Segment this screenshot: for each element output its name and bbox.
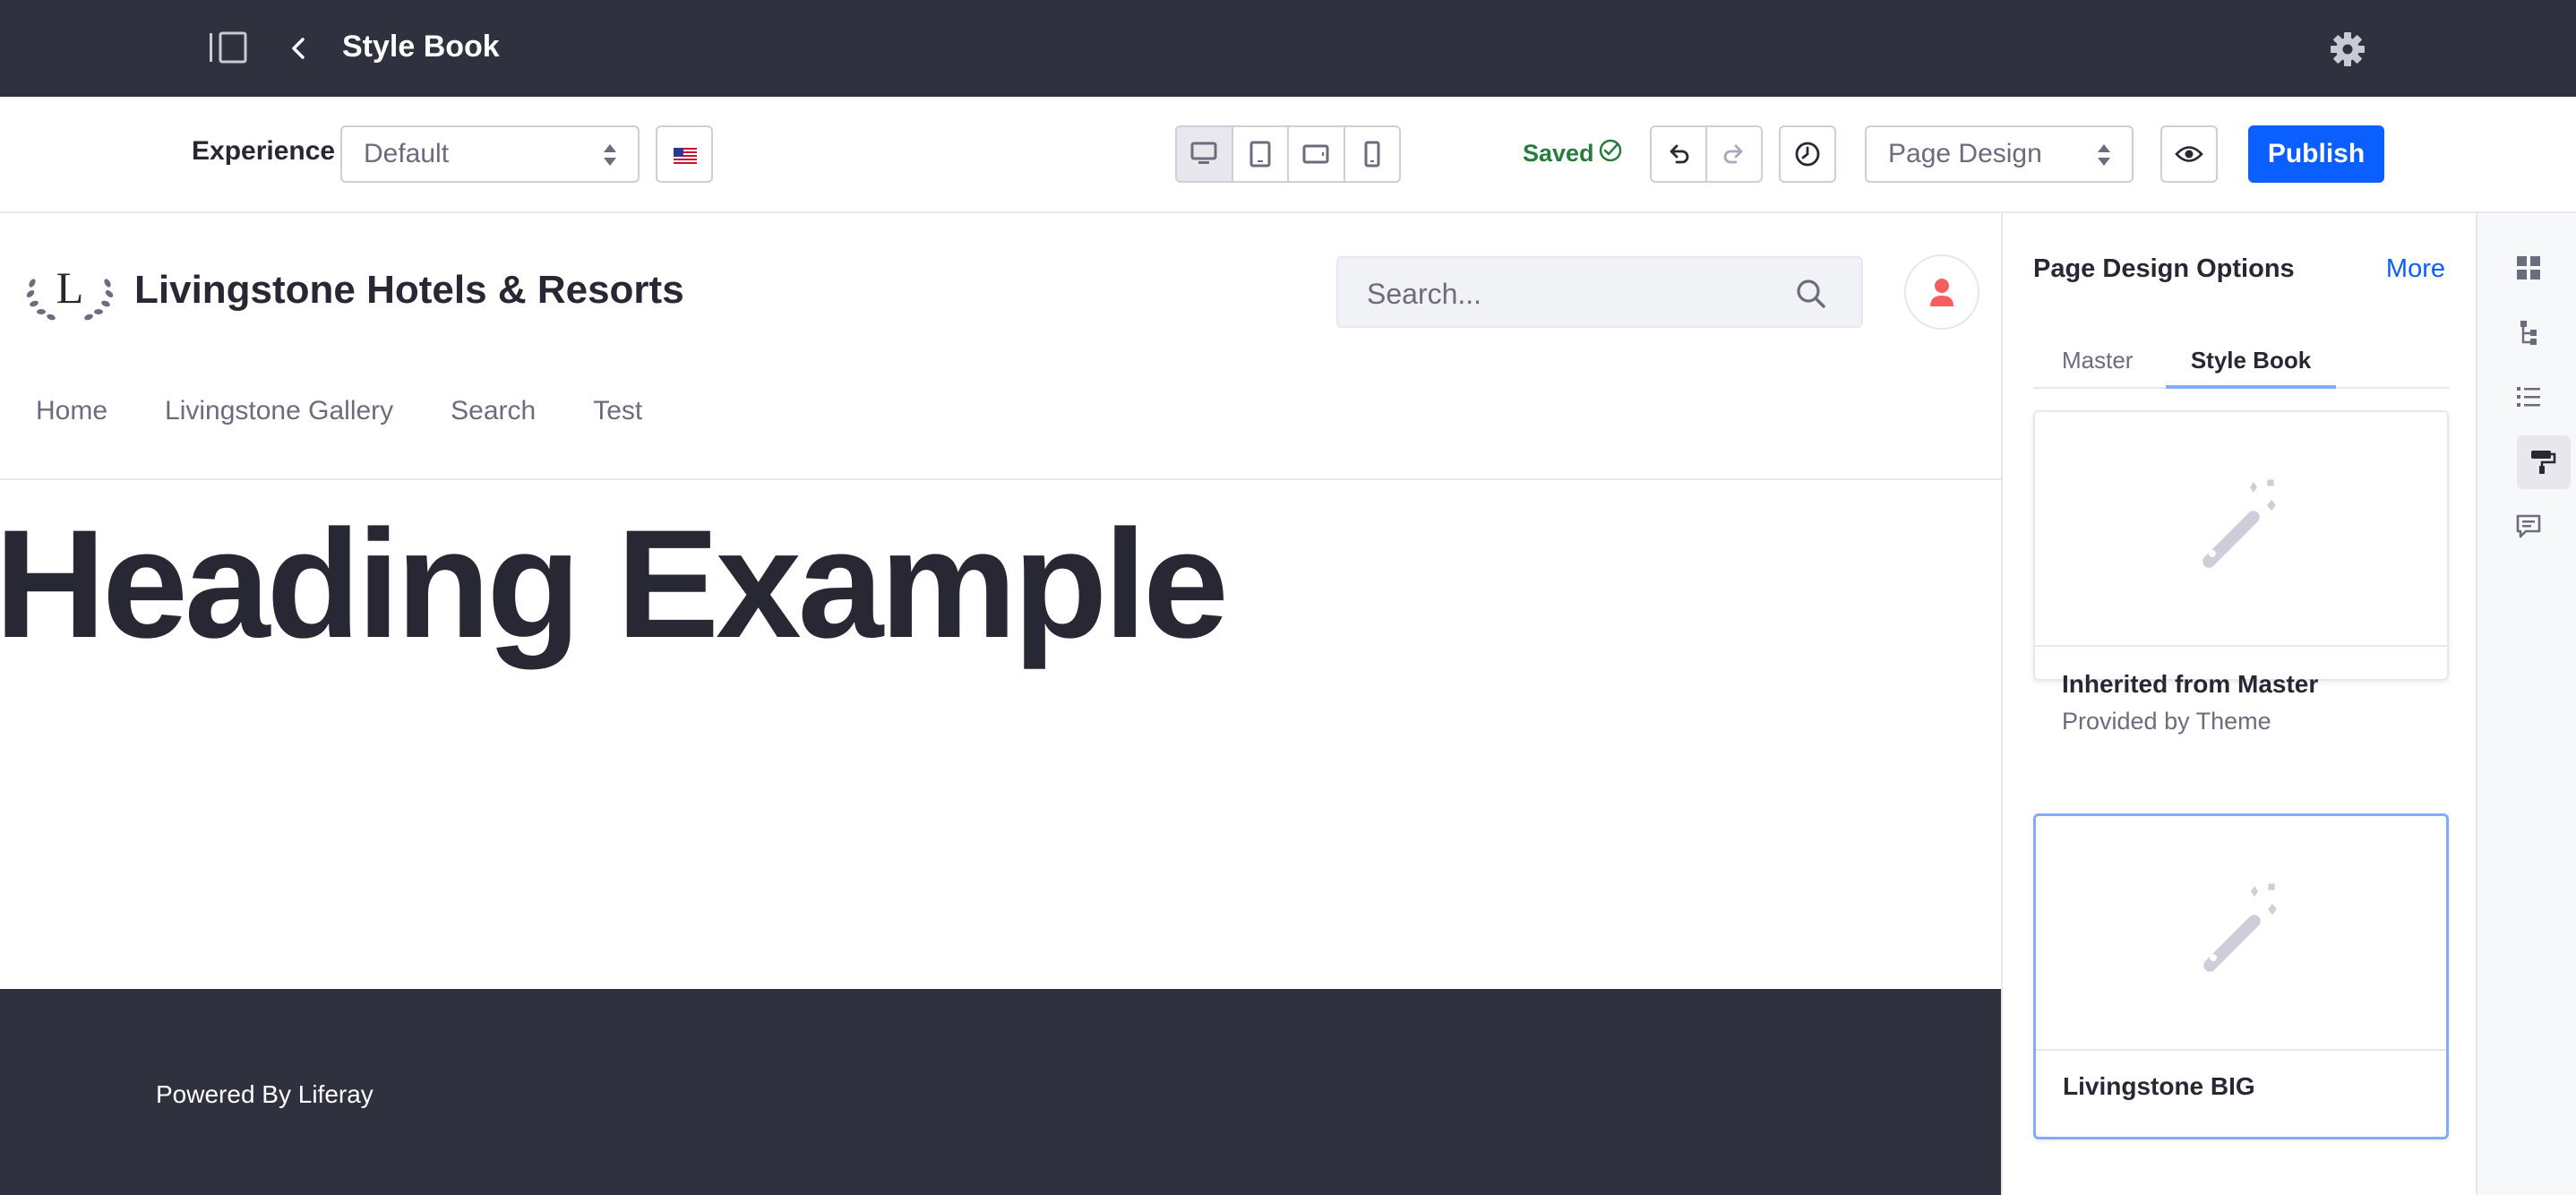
- landscape-phone-device-button[interactable]: [1289, 127, 1345, 181]
- page-canvas: L Livingstone Hotels & Resorts Search...…: [0, 213, 2001, 1195]
- tablet-icon: [1249, 141, 1271, 168]
- desktop-icon: [1190, 142, 1217, 164]
- footer-powered-by: Powered By Liferay: [156, 1080, 374, 1108]
- site-navigation: Home Livingstone Gallery Search Test: [36, 396, 642, 426]
- card-thumbnail: [2035, 412, 2447, 647]
- nav-item-home[interactable]: Home: [36, 396, 107, 426]
- publish-button[interactable]: Publish: [2248, 125, 2384, 183]
- card-subtitle: Provided by Theme: [2062, 708, 2271, 735]
- portrait-phone-device-button[interactable]: [1344, 127, 1399, 181]
- redo-button[interactable]: [1707, 127, 1761, 181]
- right-sidebar: [2476, 213, 2576, 1195]
- undo-icon: [1670, 144, 1689, 164]
- page-design-options-panel: Page Design Options More Master Style Bo…: [2001, 213, 2476, 1195]
- search-icon[interactable]: [1795, 278, 1827, 310]
- heading-example[interactable]: Heading Example: [0, 496, 1229, 672]
- style-book-card-livingstone-big[interactable]: Livingstone BIG: [2033, 813, 2449, 1139]
- user-icon: [1930, 279, 1953, 306]
- panel-tabs: Master Style Book: [2033, 342, 2449, 389]
- toolbar: Experience Default Saved Page Design Pub…: [0, 97, 2576, 213]
- saved-status: Saved: [1523, 140, 1594, 167]
- history-button[interactable]: [1779, 125, 1836, 183]
- experience-select[interactable]: Default: [340, 125, 640, 183]
- chevron-left-icon[interactable]: [285, 30, 312, 66]
- select-arrows-icon: [2098, 144, 2110, 166]
- undo-redo-group: [1650, 125, 1763, 183]
- nav-item-search[interactable]: Search: [451, 396, 536, 426]
- check-circle-icon: [1599, 139, 1622, 162]
- fragments-icon[interactable]: [2515, 254, 2542, 281]
- nav-item-test[interactable]: Test: [593, 396, 642, 426]
- more-link[interactable]: More: [2386, 254, 2445, 284]
- list-icon[interactable]: [2515, 383, 2542, 410]
- mode-select-value: Page Design: [1888, 139, 2042, 168]
- site-name[interactable]: Livingstone Hotels & Resorts: [134, 267, 684, 314]
- experience-select-value: Default: [364, 139, 450, 168]
- eye-icon: [2175, 146, 2203, 162]
- site-logo[interactable]: L: [23, 256, 116, 324]
- preview-button[interactable]: [2160, 125, 2218, 183]
- gear-icon[interactable]: [2329, 30, 2366, 68]
- site-footer: Powered By Liferay: [0, 989, 2001, 1195]
- us-flag-icon: [674, 148, 697, 164]
- card-thumbnail: [2036, 816, 2446, 1051]
- tab-style-book[interactable]: Style Book: [2166, 342, 2336, 389]
- tablet-device-button[interactable]: [1232, 127, 1289, 181]
- card-title: Livingstone BIG: [2063, 1072, 2255, 1100]
- landscape-phone-icon: [1302, 144, 1329, 164]
- tab-master[interactable]: Master: [2062, 342, 2133, 389]
- experience-label: Experience: [192, 136, 336, 166]
- comments-icon[interactable]: [2515, 512, 2542, 539]
- panel-toggle-icon[interactable]: [208, 30, 247, 64]
- portrait-phone-icon: [1364, 141, 1380, 168]
- magic-wand-icon: [2202, 478, 2276, 568]
- device-selector: [1175, 125, 1401, 183]
- top-bar: Style Book: [0, 0, 2576, 97]
- style-book-card-inherited[interactable]: Inherited from Master Provided by Theme: [2033, 410, 2449, 735]
- nav-item-livingstone-gallery[interactable]: Livingstone Gallery: [165, 396, 393, 426]
- redo-icon: [1723, 144, 1743, 164]
- logo-letter: L: [56, 262, 84, 313]
- page-structure-icon[interactable]: [2515, 319, 2542, 346]
- panel-title: Page Design Options: [2033, 254, 2295, 283]
- magic-wand-icon: [2203, 882, 2277, 972]
- search-placeholder: Search...: [1367, 278, 1482, 310]
- desktop-device-button[interactable]: [1177, 127, 1233, 181]
- user-avatar[interactable]: [1904, 254, 1979, 330]
- language-button[interactable]: [656, 125, 713, 183]
- undo-button[interactable]: [1652, 127, 1707, 181]
- mode-select[interactable]: Page Design: [1865, 125, 2134, 183]
- paint-roller-icon[interactable]: [2529, 448, 2556, 475]
- card-title: Inherited from Master: [2062, 670, 2319, 698]
- history-icon: [1795, 142, 1820, 167]
- page-title: Style Book: [342, 30, 500, 64]
- site-search-input[interactable]: Search...: [1336, 256, 1863, 328]
- site-header: L Livingstone Hotels & Resorts Search...…: [0, 213, 2001, 480]
- select-arrows-icon: [604, 144, 616, 166]
